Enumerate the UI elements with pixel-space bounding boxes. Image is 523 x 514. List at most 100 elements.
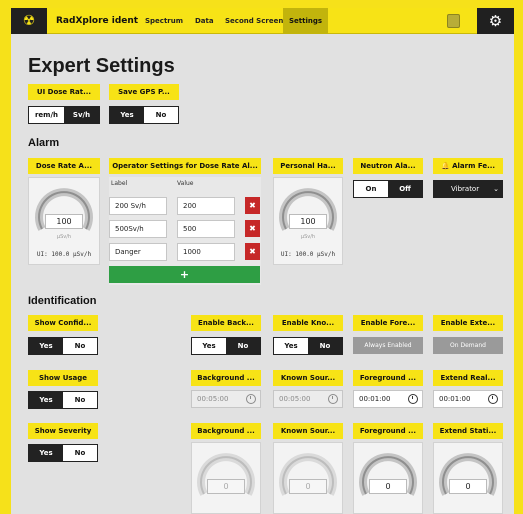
operator-row-1-value[interactable]: 200 [177,197,235,215]
option-no[interactable]: No [144,107,178,123]
extend-static-gauge-value[interactable]: 0 [449,479,487,494]
option-no[interactable]: No [63,338,97,354]
enable-foreground-label: Enable Fore... [353,315,423,331]
nav-second-screen[interactable]: Second Screen [219,8,289,34]
known-time-input[interactable]: 00:05:00 [273,390,343,408]
enable-extended-state: On Demand [433,337,503,354]
extend-static-gauge-label: Extend Stati... [433,423,503,439]
extend-static-gauge-card: 0 [433,442,503,514]
dose-rate-gauge-card: 100 µSv/h UI: 100.0 µSv/h [28,177,100,265]
operator-value-header: Value [177,180,194,187]
personal-hazard-label: Personal Ha... [273,158,343,174]
option-no[interactable]: No [226,338,260,354]
foreground-gauge-value[interactable]: 0 [369,479,407,494]
show-severity-label: Show Severity [28,423,98,439]
known-gauge-label: Known Sour... [273,423,343,439]
alarm-feedback-value: Vibrator [451,185,480,193]
show-severity-toggle: Yes No [28,444,98,462]
background-time-input[interactable]: 00:05:00 [191,390,261,408]
personal-gauge-card: 100 µSv/h UI: 100.0 µSv/h [273,177,343,265]
app-window: ☢ RadXplore ident Spectrum Data Second S… [11,8,514,514]
personal-unit: µSv/h [300,234,316,240]
background-gauge-value[interactable]: 0 [207,479,245,494]
operator-settings-label: Operator Settings for Dose Rate Al... [109,158,261,174]
personal-gauge [279,188,337,231]
close-icon[interactable]: ✖ [245,243,260,260]
option-yes[interactable]: Yes [29,445,63,461]
enable-foreground-state: Always Enabled [353,337,423,354]
option-yes[interactable]: Yes [29,392,63,408]
bell-icon: 🔔 [440,162,450,170]
nav-settings[interactable]: Settings [283,8,329,34]
option-no[interactable]: No [63,392,97,408]
dose-rate-ui-text: UI: 100.0 µSv/h [36,251,92,258]
enable-background-label: Enable Back... [191,315,261,331]
known-gauge-value[interactable]: 0 [289,479,327,494]
operator-settings-panel: Label Value 200 Sv/h 200 ✖ 500Sv/h 500 ✖… [109,177,261,285]
operator-label-header: Label [111,180,128,187]
background-gauge-card: 0 [191,442,261,514]
option-yes[interactable]: Yes [274,338,308,354]
enable-known-label: Enable Kno... [273,315,343,331]
foreground-time-label: Foreground ... [353,370,423,386]
personal-ui-text: UI: 100.0 µSv/h [280,251,336,258]
option-no[interactable]: No [308,338,342,354]
alarm-feedback-select[interactable]: Vibrator ⌄ [433,180,503,198]
operator-row-2-value[interactable]: 500 [177,220,235,238]
foreground-gauge-label: Foreground ... [353,423,423,439]
clock-icon [246,394,256,404]
close-icon[interactable]: ✖ [245,197,260,214]
option-sv-h[interactable]: Sv/h [64,107,99,123]
option-yes[interactable]: Yes [110,107,144,123]
identification-section-title: Identification [28,295,97,307]
known-gauge-card: 0 [273,442,343,514]
chevron-down-icon: ⌄ [493,185,499,193]
operator-row-2-label[interactable]: 500Sv/h [109,220,167,238]
clock-icon [408,394,418,404]
alarm-feedback-label: Alarm Fe... [452,162,496,170]
show-confidence-toggle: Yes No [28,337,98,355]
dose-rate-value[interactable]: 100 [45,214,83,229]
radiation-icon[interactable]: ☢ [11,8,47,34]
top-bar: ☢ RadXplore ident Spectrum Data Second S… [11,8,514,34]
operator-row-3-value[interactable]: 1000 [177,243,235,261]
close-icon[interactable]: ✖ [245,220,260,237]
extend-real-time-label: Extend Real... [433,370,503,386]
ui-dose-rate-label: UI Dose Rat... [28,84,100,100]
gear-icon[interactable]: ⚙ [477,8,514,34]
app-name: RadXplore ident [56,16,139,26]
show-confidence-label: Show Confid... [28,315,98,331]
show-usage-toggle: Yes No [28,391,98,409]
option-off[interactable]: Off [388,181,422,197]
personal-value[interactable]: 100 [289,214,327,229]
nav-spectrum[interactable]: Spectrum [139,8,189,34]
option-no[interactable]: No [63,445,97,461]
enable-known-toggle: Yes No [273,337,343,355]
book-icon[interactable] [447,14,460,28]
dose-rate-gauge [35,188,93,231]
alarm-feedback-header: 🔔 Alarm Fe... [433,158,503,174]
neutron-alarm-label: Neutron Ala... [353,158,423,174]
known-time-value: 00:05:00 [279,395,311,403]
dose-rate-alarm-label: Dose Rate A... [28,158,100,174]
known-time-label: Known Sour... [273,370,343,386]
page-title: Expert Settings [28,55,175,77]
clock-icon [488,394,498,404]
extend-real-time-value: 00:01:00 [439,395,471,403]
option-yes[interactable]: Yes [192,338,226,354]
known-gauge [279,453,337,496]
foreground-time-input[interactable]: 00:01:00 [353,390,423,408]
add-row-button[interactable]: + [109,266,260,283]
save-gps-toggle: Yes No [109,106,179,124]
background-time-label: Background ... [191,370,261,386]
option-yes[interactable]: Yes [29,338,63,354]
option-on[interactable]: On [354,181,388,197]
operator-row-1-label[interactable]: 200 Sv/h [109,197,167,215]
extend-real-time-input[interactable]: 00:01:00 [433,390,503,408]
option-rem-h[interactable]: rem/h [29,107,64,123]
background-gauge-label: Background ... [191,423,261,439]
foreground-gauge-card: 0 [353,442,423,514]
nav-data[interactable]: Data [189,8,220,34]
save-gps-label: Save GPS P... [109,84,179,100]
operator-row-3-label[interactable]: Danger [109,243,167,261]
